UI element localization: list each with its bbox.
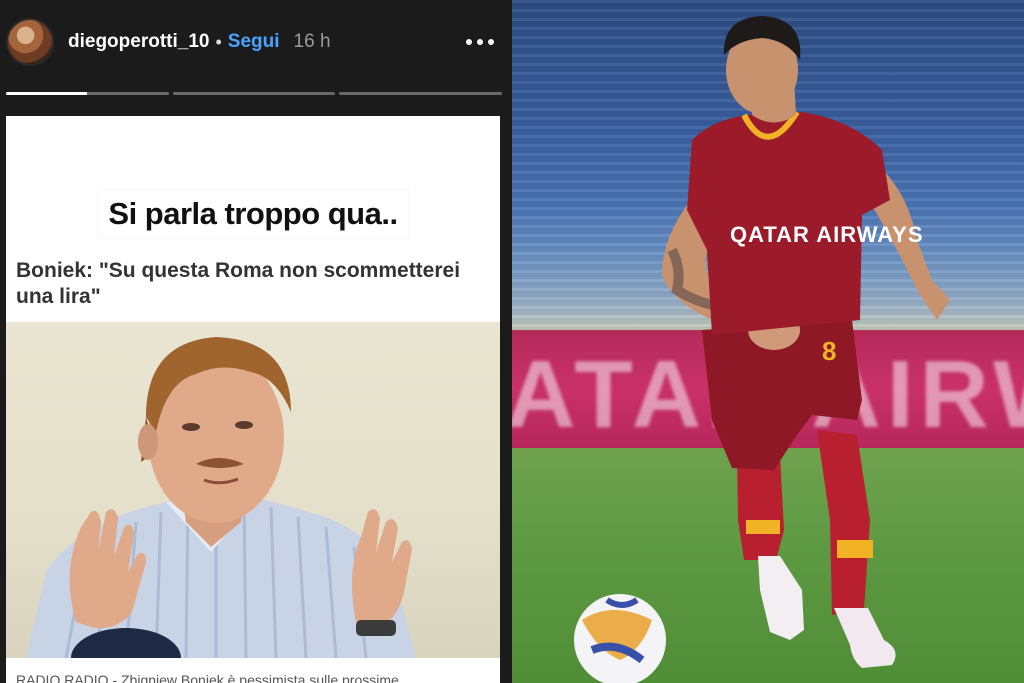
follow-button[interactable]: Segui: [228, 31, 280, 53]
article-caption: RADIO RADIO - Zbigniew Boniek è pessimis…: [16, 672, 399, 683]
story-header: diegoperotti_10 • Segui 16 h: [0, 0, 512, 84]
progress-segment: [172, 92, 336, 95]
instagram-story: diegoperotti_10 • Segui 16 h Si parla tr…: [0, 0, 512, 683]
progress-fill: [6, 92, 88, 95]
more-options-icon[interactable]: [462, 33, 498, 51]
separator-dot: •: [215, 31, 222, 52]
avatar[interactable]: [6, 18, 54, 66]
shirt-sponsor: QATAR AIRWAYS: [730, 222, 924, 247]
progress-segment: [6, 92, 169, 95]
story-progress: [6, 92, 503, 96]
article-headline: Boniek: "Su questa Roma non scommetterei…: [16, 259, 461, 308]
timestamp: 16 h: [293, 31, 331, 52]
story-caption: Si parla troppo qua..: [98, 190, 408, 238]
story-text-overlay: Si parla troppo qua..: [6, 190, 500, 238]
player-illustration: 8 QATAR AIRWAYS: [574, 16, 950, 683]
man-gesturing-illustration: [26, 337, 416, 658]
article-photo: [6, 322, 500, 658]
username[interactable]: diegoperotti_10: [68, 31, 209, 53]
shared-post-card[interactable]: Si parla troppo qua.. Boniek: "Su questa…: [6, 116, 500, 683]
progress-segment: [339, 92, 503, 95]
shorts-number: 8: [822, 336, 836, 366]
football-player-photo: ATAR AIRWA 8 QATAR AIRWAYS: [512, 0, 1024, 683]
